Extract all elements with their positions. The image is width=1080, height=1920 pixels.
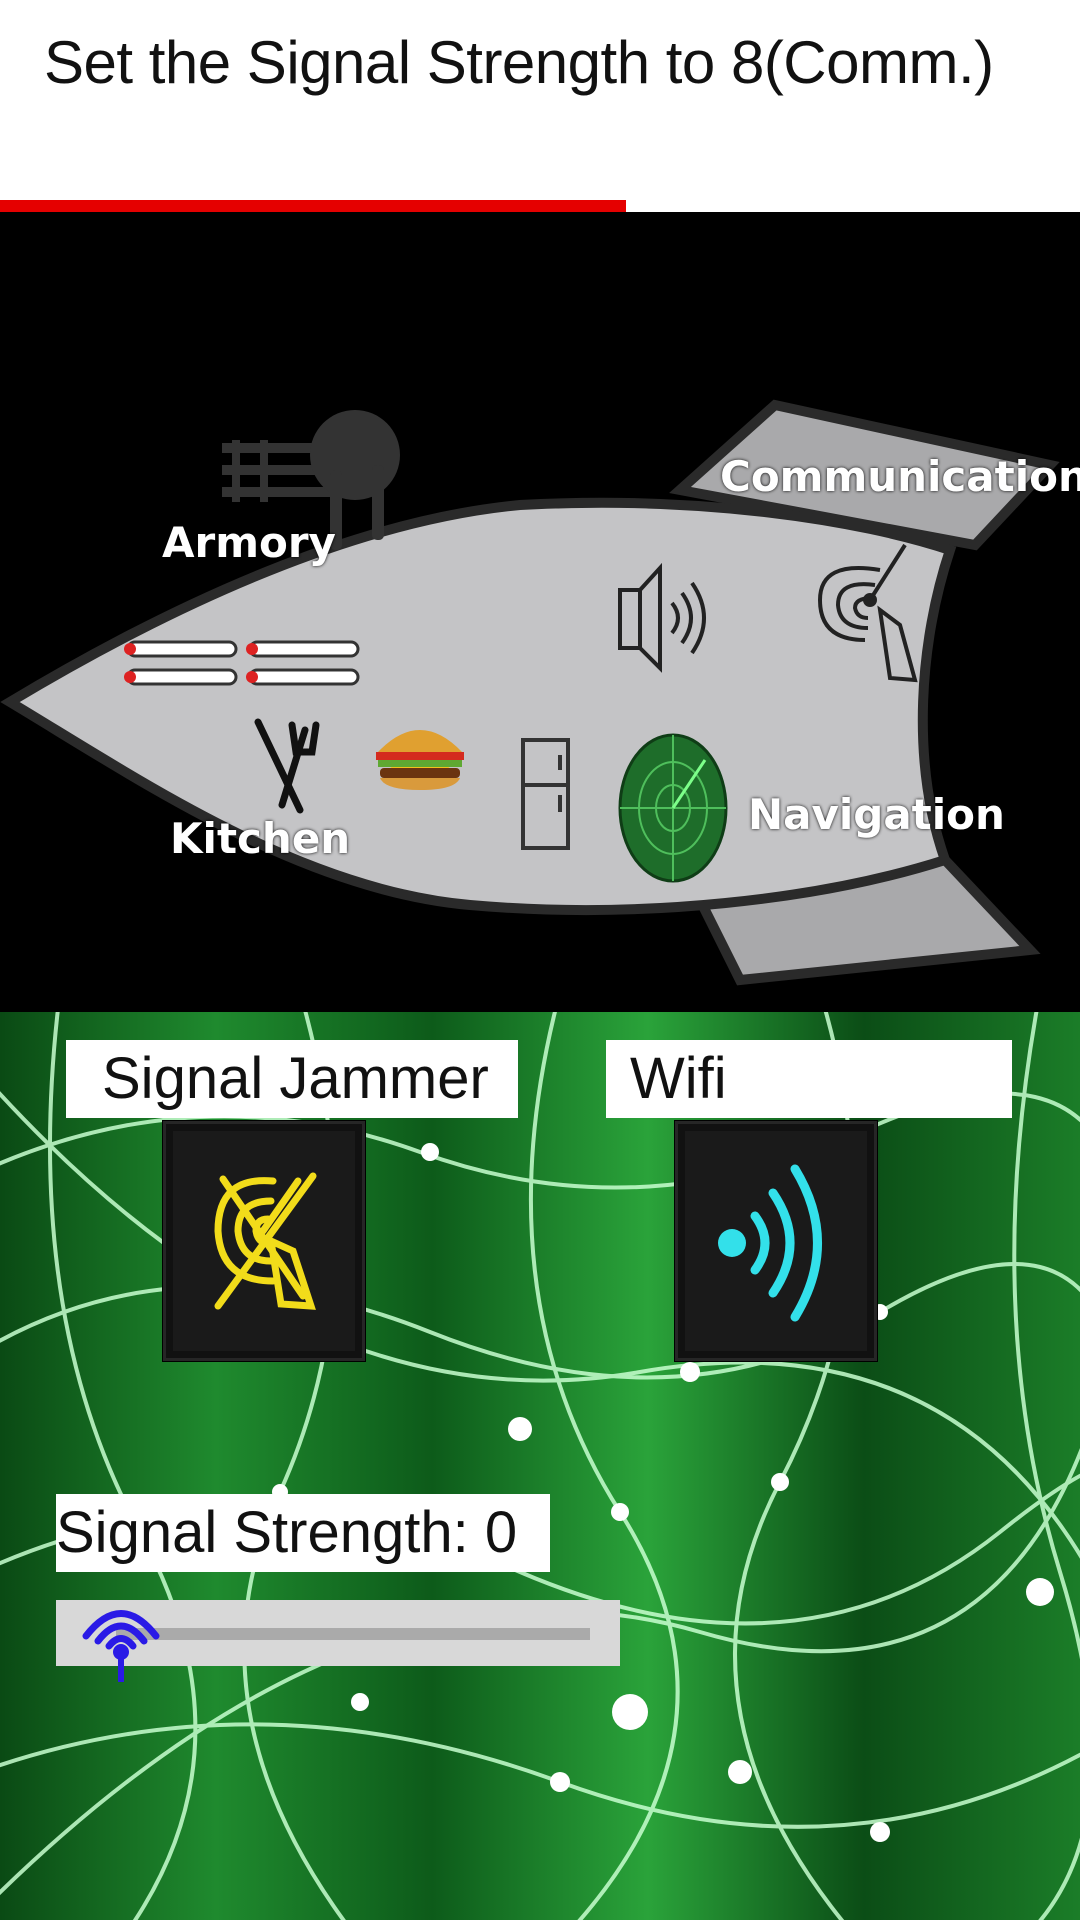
slider-track[interactable]	[116, 1628, 590, 1640]
signal-jammer-button[interactable]	[162, 1120, 366, 1362]
radar-icon	[618, 733, 728, 883]
ship-map: Armory Communication Kitchen Navigation	[0, 212, 1080, 1012]
signal-strength-slider[interactable]	[56, 1600, 620, 1682]
room-label-communication[interactable]: Communication	[720, 452, 1080, 501]
room-label-navigation[interactable]: Navigation	[748, 790, 1005, 839]
signal-strength-label: Signal Strength: 0	[56, 1494, 550, 1572]
wifi-label: Wifi	[606, 1040, 1012, 1118]
task-instruction: Set the Signal Strength to 8(Comm.)	[44, 29, 994, 96]
ship-illustration	[0, 399, 1060, 986]
room-label-kitchen[interactable]: Kitchen	[170, 814, 350, 863]
wifi-icon	[718, 1164, 822, 1322]
ship-hull	[0, 497, 957, 915]
timer-bar-fill	[0, 200, 627, 212]
room-label-armory[interactable]: Armory	[162, 518, 336, 567]
wifi-button[interactable]	[674, 1120, 878, 1362]
control-panel: Signal Jammer Wifi	[0, 1012, 1080, 1920]
timer-bar	[0, 200, 1080, 212]
signal-jammer-label: Signal Jammer	[66, 1040, 518, 1118]
signal-thumb-icon[interactable]	[76, 1586, 166, 1696]
jammer-icon	[214, 1172, 317, 1310]
task-header: Set the Signal Strength to 8(Comm.)	[0, 0, 1080, 202]
